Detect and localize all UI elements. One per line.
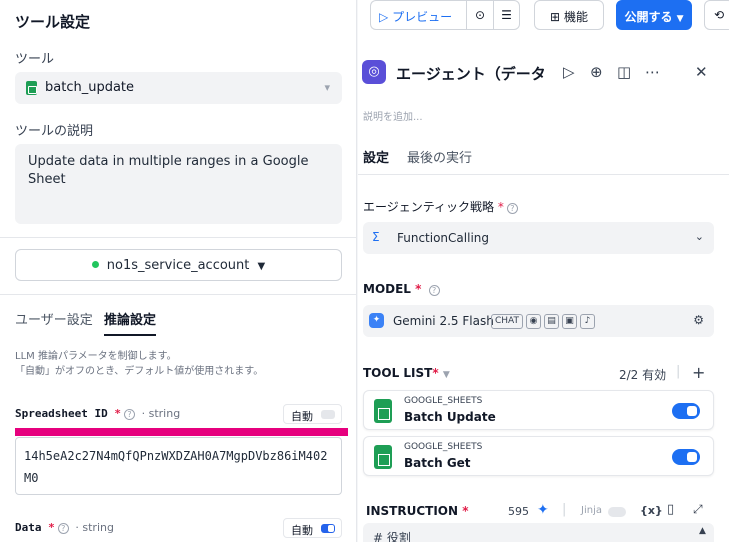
chevron-down-icon: ▾ — [324, 81, 330, 94]
tool-select[interactable]: batch_update ▾ — [15, 72, 342, 104]
jinja-toggle[interactable] — [608, 507, 626, 517]
tool-category: GOOGLE_SHEETS — [404, 442, 483, 452]
separator: | — [676, 364, 681, 379]
clipboard-icon[interactable]: ▯ — [667, 502, 674, 517]
grid-icon: ⊞ — [550, 10, 561, 24]
panel-title: ツール設定 — [15, 13, 91, 31]
variable-insert-icon[interactable]: {x} — [640, 504, 663, 517]
separator: | — [562, 502, 567, 517]
panel-icon[interactable]: ◫ — [617, 63, 631, 81]
data-field-label: Data *? · string — [15, 521, 114, 534]
preview-button[interactable]: ▷ プレビュー — [370, 0, 466, 30]
status-dot — [91, 261, 99, 268]
model-value: Gemini 2.5 Flash — [393, 314, 494, 328]
model-label: MODEL * ? — [363, 282, 440, 296]
divider — [0, 237, 356, 238]
agent-node-panel: ▷ プレビュー ⊙ ☰ ⊞ 機能 公開する ▼ ⟲ ◎ エージェント（データ記録… — [358, 0, 729, 542]
run-icon[interactable]: ▷ — [563, 63, 575, 81]
chevron-down-icon: ⌄ — [694, 230, 704, 243]
strategy-select[interactable]: ⵉ FunctionCalling ⌄ — [363, 222, 714, 254]
help-icon[interactable]: ? — [57, 523, 69, 534]
image-icon: ▣ — [562, 314, 578, 329]
help-icon[interactable]: ? — [428, 285, 440, 296]
tab-last-run[interactable]: 最後の実行 — [407, 147, 472, 166]
tool-name: Batch Update — [404, 410, 496, 424]
more-icon[interactable]: ⋯ — [645, 63, 660, 81]
auto-toggle-spreadsheet-id[interactable]: 自動 — [283, 404, 342, 424]
hint-text: 「自動」がオフのとき、デフォルト値が使用されます。 — [15, 366, 264, 377]
tool-list-label: TOOL LIST* ▼ — [363, 366, 450, 380]
list-icon[interactable]: ☰ — [494, 0, 520, 30]
active-tab-indicator — [104, 334, 156, 336]
top-toolbar: ▷ プレビュー ⊙ ☰ ⊞ 機能 公開する ▼ ⟲ — [358, 0, 729, 30]
eye-icon: ◉ — [526, 314, 542, 329]
checklist-icon[interactable]: ⊙ — [466, 0, 494, 30]
add-tool-icon[interactable]: + — [692, 363, 705, 382]
features-button[interactable]: ⊞ 機能 — [534, 0, 604, 30]
tool-name: Batch Get — [404, 456, 471, 470]
spreadsheet-id-label: Spreadsheet ID *? · string — [15, 407, 181, 420]
tab-settings[interactable]: 設定 — [363, 147, 389, 166]
target-icon[interactable]: ⊕ — [590, 63, 603, 81]
spreadsheet-id-input[interactable]: 14h5eA2c27N4mQfQPnzWXDZAH0A7MgpDVbz86iM4… — [15, 437, 342, 495]
strategy-label: エージェンティック戦略 *? — [363, 198, 518, 215]
audio-icon: ♪ — [580, 314, 596, 329]
tab-inference-settings[interactable]: 推論設定 — [104, 309, 156, 328]
close-icon[interactable]: ✕ — [695, 63, 708, 81]
auto-toggle-data[interactable]: 自動 — [283, 518, 342, 538]
play-icon: ▷ — [379, 10, 389, 24]
chevron-down-icon: ▼ — [257, 261, 266, 272]
model-select[interactable]: ✦ Gemini 2.5 Flash CHAT ◉ ▤ ▣ ♪ ⚙ — [363, 305, 714, 337]
history-icon[interactable]: ⟲ — [704, 0, 729, 30]
gemini-icon: ✦ — [369, 313, 384, 328]
tool-description-field[interactable]: Update data in multiple ranges in a Goog… — [15, 144, 342, 224]
settings-icon[interactable]: ⚙ — [693, 313, 704, 327]
chevron-down-icon: ▼ — [676, 14, 684, 24]
toggle-switch[interactable] — [321, 410, 335, 419]
tab-user-settings[interactable]: ユーザー設定 — [15, 309, 93, 328]
instruction-count: 595 — [508, 505, 529, 518]
tool-count: 2/2 有効 — [619, 368, 667, 382]
divider — [358, 174, 729, 175]
strategy-value: FunctionCalling — [397, 231, 489, 245]
tool-toggle[interactable] — [672, 449, 700, 465]
instruction-text: # 役割 — [373, 531, 411, 542]
tool-card-batch-get[interactable]: GOOGLE_SHEETS Batch Get — [363, 436, 714, 476]
toggle-switch[interactable] — [321, 524, 335, 533]
publish-button[interactable]: 公開する ▼ — [616, 0, 692, 30]
chat-badge: CHAT — [491, 314, 524, 329]
tool-settings-panel: ツール設定 ツール batch_update ▾ ツールの説明 Update d… — [0, 0, 357, 542]
tool-toggle[interactable] — [672, 403, 700, 419]
help-icon[interactable]: ? — [123, 409, 135, 420]
instruction-editor[interactable]: # 役割 — [363, 523, 714, 542]
function-icon: ⵉ — [372, 230, 380, 244]
hint-text: LLM 推論パラメータを制御します。 — [15, 351, 177, 362]
scroll-up-icon[interactable]: ▲ — [699, 526, 706, 536]
expand-icon[interactable]: ⤢ — [693, 502, 703, 517]
account-selector[interactable]: no1s_service_account ▼ — [15, 249, 342, 281]
model-capabilities: CHAT ◉ ▤ ▣ ♪ — [491, 313, 598, 329]
google-sheets-icon — [26, 81, 37, 95]
document-icon: ▤ — [544, 314, 560, 329]
tool-card-batch-update[interactable]: GOOGLE_SHEETS Batch Update — [363, 390, 714, 430]
account-name: no1s_service_account — [106, 258, 250, 273]
description-input[interactable]: 説明を追加... — [363, 108, 423, 123]
tool-label: ツール — [15, 52, 55, 67]
instruction-label: INSTRUCTION * — [366, 504, 469, 518]
sparkle-icon[interactable]: ✦ — [537, 502, 549, 518]
chevron-down-icon: ▼ — [442, 370, 450, 380]
jinja-label: Jinja — [581, 505, 602, 516]
highlight-bar — [15, 428, 348, 436]
agent-title: エージェント（データ記録 — [396, 65, 544, 83]
agent-icon: ◎ — [362, 60, 386, 84]
divider — [0, 294, 356, 295]
google-sheets-icon — [374, 399, 392, 423]
help-icon[interactable]: ? — [506, 203, 518, 214]
tool-category: GOOGLE_SHEETS — [404, 396, 483, 406]
google-sheets-icon — [374, 445, 392, 469]
tool-desc-label: ツールの説明 — [15, 124, 94, 139]
tool-select-value: batch_update — [45, 80, 135, 95]
